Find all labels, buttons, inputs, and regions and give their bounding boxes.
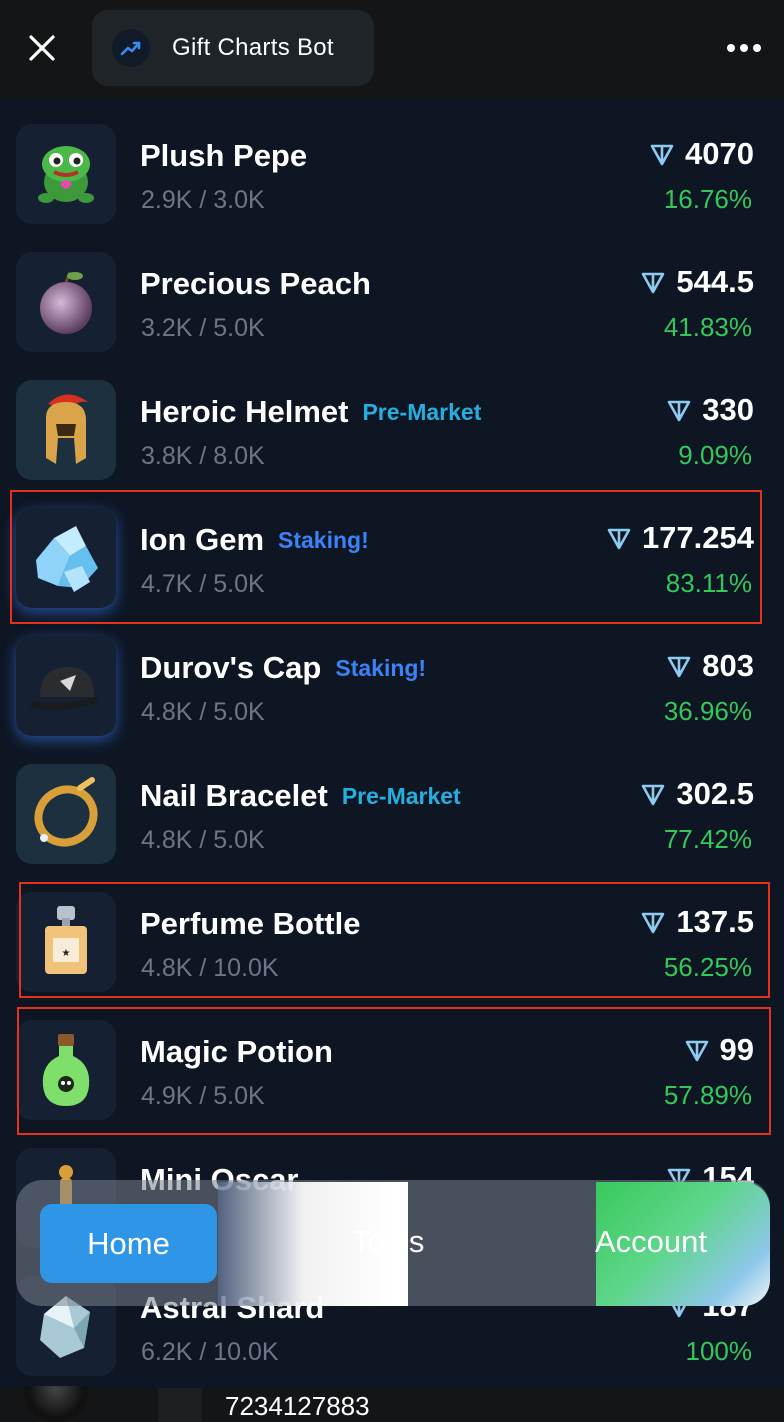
perfume-icon: ★ (16, 892, 116, 992)
staking-badge: Staking! (335, 655, 427, 681)
frog-plush-icon (16, 124, 116, 224)
gift-price: 803 (666, 648, 754, 684)
gift-price: 544.5 (640, 264, 754, 300)
gift-change: 100% (685, 1336, 753, 1366)
top-bar: Gift Charts Bot (0, 0, 784, 98)
gift-supply: 3.8K / 8.0K (141, 442, 265, 470)
gift-supply: 2.9K / 3.0K (141, 186, 265, 214)
staking-badge: Staking! (278, 527, 369, 553)
more-button[interactable] (724, 36, 764, 60)
pre-market-badge: Pre-Market (341, 783, 461, 809)
potion-icon (16, 1020, 116, 1120)
gift-row-magic-potion[interactable]: Magic Potion 4.9K / 5.0K 99 57.89% (0, 994, 784, 1122)
gift-price: 330 (666, 392, 754, 428)
footer-divider (158, 1388, 202, 1422)
svg-text:★: ★ (62, 948, 71, 959)
gift-name: Perfume Bottle (140, 906, 361, 941)
ton-icon (685, 1040, 708, 1062)
crystal-gem-icon (16, 508, 116, 608)
gift-row-perfume-bottle[interactable]: ★ Perfume Bottle 4.8K / 10.0K 137.5 56.2… (0, 866, 784, 994)
gift-row-heroic-helmet[interactable]: Heroic Helmet Pre-Market 3.8K / 8.0K 330 … (0, 354, 784, 482)
gift-change: 16.76% (663, 184, 752, 214)
nav-tools-button[interactable]: Tools (352, 1224, 424, 1260)
gift-name: Plush Pepe (140, 138, 308, 173)
spartan-helmet-icon (16, 380, 116, 480)
ton-icon (650, 144, 674, 166)
ton-icon (607, 528, 631, 550)
gift-row-nail-bracelet[interactable]: Nail Bracelet Pre-Market 4.8K / 5.0K 302.… (0, 738, 784, 866)
gift-name: Ion Gem Staking! (140, 522, 369, 557)
avatar (24, 1386, 88, 1422)
cap-icon (16, 636, 116, 736)
gift-name: Nail Bracelet Pre-Market (140, 778, 461, 813)
gift-change: 77.42% (663, 824, 752, 854)
ton-icon (642, 912, 665, 934)
pre-market-badge: Pre-Market (362, 399, 482, 425)
gift-name: Heroic Helmet Pre-Market (140, 394, 482, 429)
gift-row-precious-peach[interactable]: Precious Peach 3.2K / 5.0K 544.5 41.83% (0, 226, 784, 354)
peach-icon (16, 252, 116, 352)
gift-supply: 4.8K / 10.0K (141, 954, 279, 982)
gift-name: Magic Potion (140, 1034, 333, 1069)
gift-supply: 6.2K / 10.0K (141, 1338, 279, 1366)
trend-up-icon (112, 29, 150, 67)
gift-price: 4070 (649, 136, 754, 172)
bot-title: Gift Charts Bot (172, 34, 334, 61)
more-icon (727, 44, 735, 52)
bot-title-pill[interactable]: Gift Charts Bot (92, 10, 374, 86)
gift-change: 41.83% (663, 312, 752, 342)
gift-change: 57.89% (663, 1080, 752, 1110)
user-id: 7234127883 (225, 1391, 370, 1421)
nav-home-button[interactable]: Home (40, 1204, 217, 1283)
nav-account-button[interactable]: Account (595, 1224, 707, 1260)
gift-supply: 4.7K / 5.0K (141, 570, 265, 598)
gift-supply: 4.8K / 5.0K (141, 826, 265, 854)
gift-supply: 4.8K / 5.0K (141, 698, 265, 726)
close-button[interactable] (22, 28, 62, 68)
bottom-nav: Home Tools Account (16, 1180, 770, 1306)
gift-price: 99 (684, 1032, 754, 1068)
bracelet-icon (16, 764, 116, 864)
gift-row-plush-pepe[interactable]: Plush Pepe 2.9K / 3.0K 4070 16.76% (0, 98, 784, 226)
gift-row-durovs-cap[interactable]: Durov's Cap Staking! 4.8K / 5.0K 803 36.9… (0, 610, 784, 738)
gift-price: 177.254 (606, 520, 754, 556)
gift-change: 36.96% (663, 696, 752, 726)
ton-icon (642, 784, 665, 806)
gift-name: Precious Peach (140, 266, 371, 301)
gift-row-ion-gem[interactable]: Ion Gem Staking! 4.7K / 5.0K 177.254 83.1… (0, 482, 784, 610)
gift-name: Durov's Cap Staking! (140, 650, 427, 685)
gift-price: 137.5 (640, 904, 754, 940)
close-icon (29, 35, 55, 61)
ton-icon (642, 272, 665, 294)
gift-price: 302.5 (640, 776, 754, 812)
ton-icon (667, 400, 691, 422)
ton-icon (667, 656, 691, 678)
gift-supply: 3.2K / 5.0K (141, 314, 265, 342)
gift-change: 9.09% (678, 440, 752, 470)
gift-change: 83.11% (665, 568, 752, 598)
footer-bar: 7234127883 (0, 1386, 784, 1422)
gift-supply: 4.9K / 5.0K (141, 1082, 265, 1110)
gift-change: 56.25% (663, 952, 752, 982)
